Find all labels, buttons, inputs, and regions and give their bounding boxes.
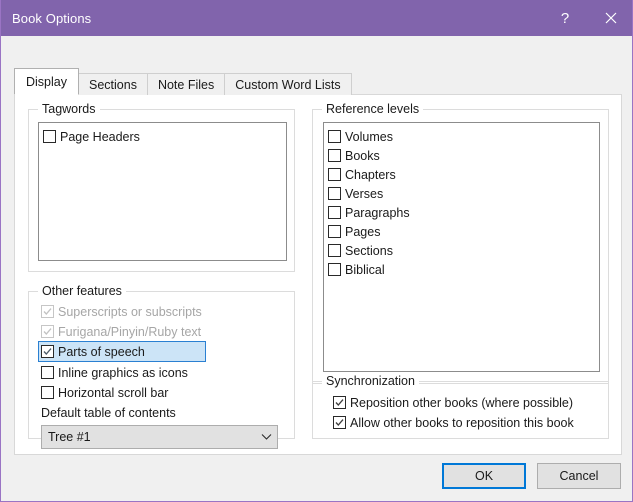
checkbox-label: Reposition other books (where possible) xyxy=(350,395,574,410)
tagwords-listbox[interactable]: Page Headers xyxy=(38,122,287,261)
checkbox-unchecked-icon[interactable] xyxy=(328,244,341,257)
tab-display[interactable]: Display xyxy=(14,68,79,95)
other-features-group-title: Other features xyxy=(38,284,126,298)
checkbox-label: Sections xyxy=(345,243,393,258)
checkbox-inline-graphics-as-icons[interactable]: Inline graphics as icons xyxy=(41,363,188,382)
checkbox-label: Paragraphs xyxy=(345,205,410,220)
other-features-group: Other features Superscripts or subscript… xyxy=(28,284,295,449)
synchronization-group: Synchronization Reposition other books (… xyxy=(312,374,609,439)
checkbox-label: Books xyxy=(345,148,380,163)
reference-levels-listbox[interactable]: Volumes Books Chapters Verses Paragraphs xyxy=(323,122,600,372)
window-title: Book Options xyxy=(12,10,92,26)
reference-levels-group-title: Reference levels xyxy=(322,102,424,116)
reference-levels-group: Reference levels Volumes Books Chapters … xyxy=(312,102,609,384)
checkbox-label: Chapters xyxy=(345,167,396,182)
checkbox-unchecked-icon[interactable] xyxy=(328,225,341,238)
checkbox-unchecked-icon[interactable] xyxy=(328,206,341,219)
default-toc-combobox[interactable]: Tree #1 xyxy=(41,425,278,449)
checkbox-unchecked-icon[interactable] xyxy=(41,386,54,399)
checkbox-allow-other-books-reposition[interactable]: Allow other books to reposition this boo… xyxy=(333,413,574,432)
checkbox-label: Allow other books to reposition this boo… xyxy=(350,415,574,430)
checkbox-sections[interactable]: Sections xyxy=(328,241,599,260)
default-toc-label: Default table of contents xyxy=(41,406,176,420)
checkbox-reposition-other-books[interactable]: Reposition other books (where possible) xyxy=(333,393,573,412)
chevron-down-icon[interactable] xyxy=(255,433,277,441)
checkbox-unchecked-icon[interactable] xyxy=(328,168,341,181)
tab-sections[interactable]: Sections xyxy=(78,73,148,95)
checkbox-furigana-pinyin-ruby-text: Furigana/Pinyin/Ruby text xyxy=(41,322,201,341)
tab-custom-word-lists[interactable]: Custom Word Lists xyxy=(224,73,352,95)
checkbox-checked-icon[interactable] xyxy=(333,396,346,409)
list-item-label: Page Headers xyxy=(60,129,140,144)
help-icon[interactable]: ? xyxy=(542,0,588,36)
tab-strip: Display Sections Note Files Custom Word … xyxy=(14,68,352,95)
tab-note-files[interactable]: Note Files xyxy=(146,73,226,95)
checkbox-label: Superscripts or subscripts xyxy=(58,304,202,319)
tagwords-group-title: Tagwords xyxy=(38,102,100,116)
checkbox-label: Parts of speech xyxy=(58,344,145,359)
checkbox-unchecked-icon[interactable] xyxy=(328,263,341,276)
synchronization-group-title: Synchronization xyxy=(322,374,419,388)
checkbox-chapters[interactable]: Chapters xyxy=(328,165,599,184)
list-item[interactable]: Page Headers xyxy=(43,127,286,146)
checkbox-volumes[interactable]: Volumes xyxy=(328,127,599,146)
checkbox-superscripts-or-subscripts: Superscripts or subscripts xyxy=(41,302,202,321)
checkbox-biblical[interactable]: Biblical xyxy=(328,260,599,279)
checkbox-unchecked-icon[interactable] xyxy=(41,366,54,379)
checkbox-label: Volumes xyxy=(345,129,393,144)
default-toc-value: Tree #1 xyxy=(48,430,91,444)
display-tab-panel: Tagwords Page Headers Other features Sup… xyxy=(14,94,622,455)
checkbox-label: Horizontal scroll bar xyxy=(58,385,169,400)
checkbox-label: Biblical xyxy=(345,262,385,277)
checkbox-checked-disabled-icon xyxy=(41,325,54,338)
ok-button[interactable]: OK xyxy=(442,463,526,489)
checkbox-verses[interactable]: Verses xyxy=(328,184,599,203)
checkbox-label: Pages xyxy=(345,224,381,239)
checkbox-unchecked-icon[interactable] xyxy=(328,187,341,200)
checkbox-unchecked-icon[interactable] xyxy=(328,149,341,162)
tagwords-group: Tagwords Page Headers xyxy=(28,102,295,272)
checkbox-checked-disabled-icon xyxy=(41,305,54,318)
checkbox-label: Verses xyxy=(345,186,384,201)
checkbox-unchecked-icon[interactable] xyxy=(328,130,341,143)
checkbox-unchecked-icon[interactable] xyxy=(43,130,56,143)
cancel-button[interactable]: Cancel xyxy=(537,463,621,489)
checkbox-paragraphs[interactable]: Paragraphs xyxy=(328,203,599,222)
checkbox-books[interactable]: Books xyxy=(328,146,599,165)
checkbox-label: Furigana/Pinyin/Ruby text xyxy=(58,324,202,339)
checkbox-label: Inline graphics as icons xyxy=(58,365,188,380)
close-icon[interactable] xyxy=(588,0,632,36)
checkbox-checked-icon[interactable] xyxy=(41,345,54,358)
checkbox-checked-icon[interactable] xyxy=(333,416,346,429)
checkbox-pages[interactable]: Pages xyxy=(328,222,599,241)
checkbox-parts-of-speech[interactable]: Parts of speech xyxy=(38,341,206,362)
checkbox-horizontal-scroll-bar[interactable]: Horizontal scroll bar xyxy=(41,383,168,402)
title-bar: Book Options ? xyxy=(1,0,632,36)
book-options-dialog: Book Options ? Display Sections Note Fil… xyxy=(0,0,633,502)
